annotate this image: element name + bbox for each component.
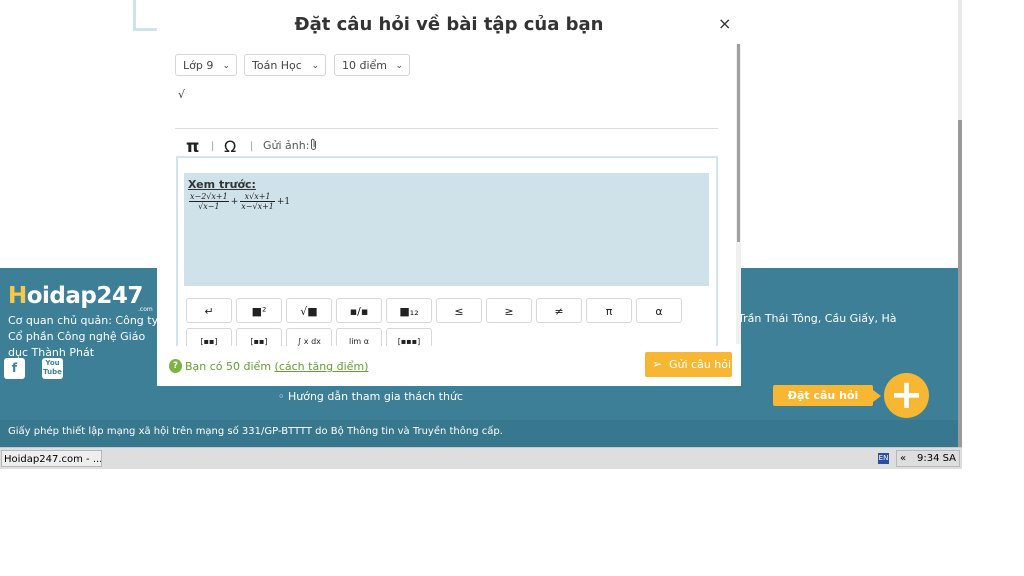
- symbol-leq-button[interactable]: ≤: [436, 298, 482, 323]
- taskbar-window-button[interactable]: Hoidap247.com - ...: [1, 450, 102, 467]
- preview-formula: x−2√x+1 √x−1 + x√x+1 x−√x+1 +1: [189, 192, 291, 211]
- symbol-geq-button[interactable]: ≥: [486, 298, 532, 323]
- symbol-fraction-button[interactable]: ▪/▪: [336, 298, 382, 323]
- symbol-row-1: ↵ ■² √■ ▪/▪ ■₁₂ ≤ ≥ ≠ π α: [186, 298, 736, 326]
- ask-question-button[interactable]: Đặt câu hỏi: [773, 385, 881, 406]
- send-question-button[interactable]: ➢ Gửi câu hỏi: [645, 352, 732, 377]
- symbol-sqrt-button[interactable]: √■: [286, 298, 332, 323]
- symbol-newline-button[interactable]: ↵: [186, 298, 232, 323]
- company-info: Cơ quan chủ quản: Công ty Cổ phần Công n…: [8, 314, 159, 359]
- youtube-icon[interactable]: You Tube: [42, 358, 63, 379]
- special-chars-tab[interactable]: Ω: [224, 137, 236, 156]
- logo-domain-suffix: .com: [138, 306, 153, 313]
- symbol-power-button[interactable]: ■²: [236, 298, 282, 323]
- send-icon: ➢: [652, 357, 663, 371]
- points-select[interactable]: 10 điểm ⌄: [334, 54, 410, 76]
- plus-icon[interactable]: +: [884, 373, 929, 418]
- chevron-down-icon: ⌄: [222, 61, 230, 71]
- paperclip-icon[interactable]: [309, 138, 318, 154]
- site-logo[interactable]: Hoidap247: [8, 283, 143, 309]
- preview-box: Xem trước: x−2√x+1 √x−1 + x√x+1 x−√x+1 +1: [184, 173, 709, 286]
- modal-scrollbar[interactable]: [736, 44, 741, 344]
- system-tray: EN « 9:34 SA: [876, 450, 960, 467]
- symbol-pi-button[interactable]: π: [586, 298, 632, 323]
- modal-scrollbar-thumb[interactable]: [737, 44, 740, 242]
- preview-label: Xem trước:: [188, 178, 256, 191]
- symbol-neq-button[interactable]: ≠: [536, 298, 582, 323]
- company-address: Trần Thái Tông, Cầu Giấy, Hà: [738, 312, 897, 325]
- chevron-down-icon: ⌄: [311, 61, 319, 71]
- web-page: Hoidap247 .com Cơ quan chủ quản: Công ty…: [0, 0, 962, 447]
- clock-area: « 9:34 SA: [896, 450, 960, 467]
- math-symbols-tab[interactable]: π: [186, 137, 199, 157]
- modal-title: Đặt câu hỏi về bài tập của bạn: [294, 14, 604, 35]
- fraction-1: x−2√x+1 √x−1: [189, 192, 229, 211]
- symbol-alpha-button[interactable]: α: [636, 298, 682, 323]
- toolbar-separator: |: [250, 141, 254, 152]
- license-text: Giấy phép thiết lập mạng xã hội trên mạn…: [8, 426, 503, 437]
- editor-divider: [175, 128, 718, 129]
- chevron-down-icon: ⌄: [395, 61, 403, 71]
- points-info: Bạn có 50 điểm (cách tăng điểm): [185, 360, 369, 373]
- symbol-subscript-button[interactable]: ■₁₂: [386, 298, 432, 323]
- language-indicator[interactable]: EN: [878, 453, 889, 464]
- attach-image-label: Gửi ảnh:: [263, 139, 310, 152]
- page-scrollbar-thumb[interactable]: [958, 120, 962, 447]
- help-icon[interactable]: ?: [169, 359, 182, 373]
- page-scrollbar[interactable]: [958, 0, 962, 447]
- increase-points-link[interactable]: (cách tăng điểm): [275, 360, 369, 373]
- toolbar-separator: |: [211, 141, 215, 152]
- fraction-2: x√x+1 x−√x+1: [240, 192, 275, 211]
- subject-select[interactable]: Toán Học ⌄: [244, 54, 326, 76]
- close-icon[interactable]: ×: [718, 14, 731, 33]
- grade-select[interactable]: Lớp 9 ⌄: [175, 54, 237, 76]
- tray-expand-icon[interactable]: «: [900, 451, 906, 466]
- question-editor[interactable]: √: [178, 88, 185, 101]
- os-taskbar: Hoidap247.com - ... EN « 9:34 SA: [0, 447, 962, 469]
- clock: 9:34 SA: [917, 453, 957, 464]
- facebook-icon[interactable]: f: [4, 358, 25, 379]
- guide-link[interactable]: ◦ Hướng dẫn tham gia thách thức: [278, 390, 463, 403]
